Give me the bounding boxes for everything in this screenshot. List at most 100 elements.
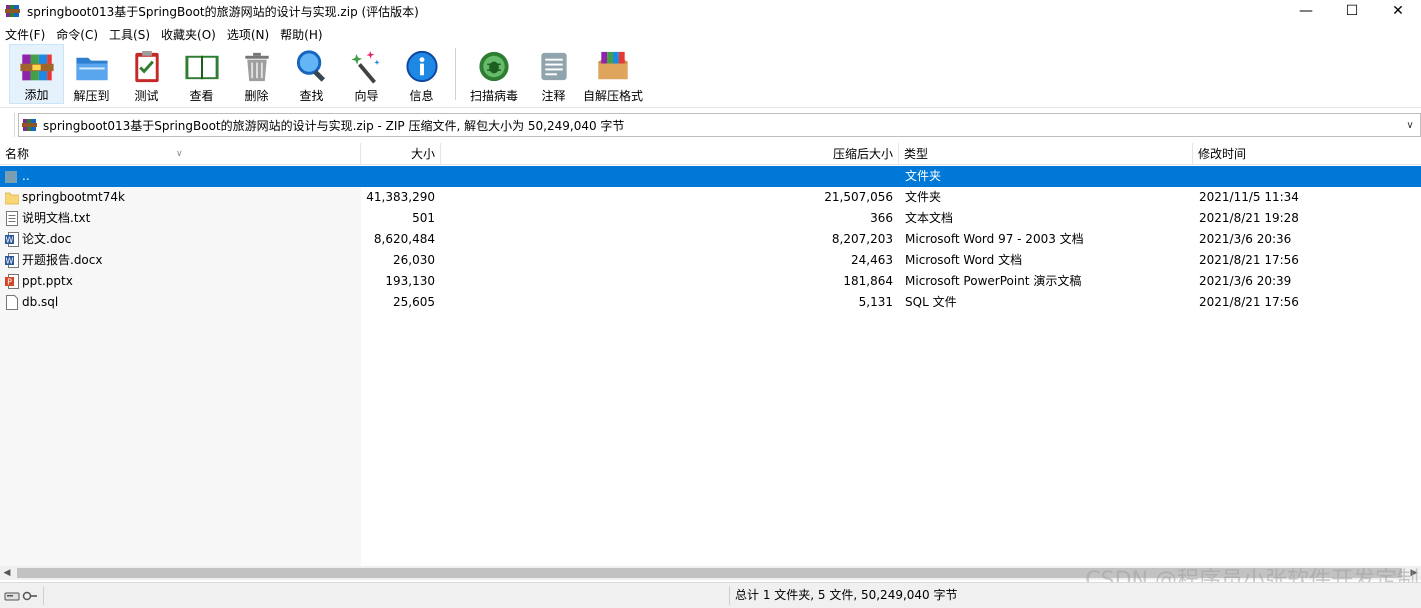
file-name: .. [22, 169, 30, 183]
column-name[interactable]: 名称 ∨ [0, 143, 361, 165]
svg-text:P: P [7, 278, 12, 287]
view-label: 查看 [189, 89, 214, 103]
virus-scan-icon [479, 51, 509, 82]
delete-button[interactable]: 删除 [229, 44, 284, 104]
file-type: Microsoft Word 97 - 2003 文档 [905, 232, 1084, 246]
table-row[interactable]: 说明文档.txt 501 366 文本文档 2021/8/21 19:28 [0, 208, 1421, 229]
file-type: 文本文档 [905, 211, 954, 225]
table-row[interactable]: P ppt.pptx 193,130 181,864 Microsoft Pow… [0, 271, 1421, 292]
extract-to-label: 解压到 [73, 89, 110, 103]
winrar-app-icon [5, 5, 20, 17]
comment-label: 注释 [541, 89, 566, 103]
file-packed: 24,463 [851, 253, 893, 267]
svg-text:W: W [6, 236, 14, 245]
status-bar: 总计 1 文件夹, 5 文件, 50,249,040 字节 [0, 582, 1421, 608]
drive-key-icon[interactable] [4, 589, 38, 603]
file-name: springbootmt74k [22, 190, 125, 204]
extract-to-button[interactable]: 解压到 [64, 44, 119, 104]
status-separator [43, 586, 44, 605]
file-type: Microsoft PowerPoint 演示文稿 [905, 274, 1082, 288]
column-size-label: 大小 [410, 147, 435, 161]
wizard-button[interactable]: 向导 [339, 44, 394, 104]
up-folder-button[interactable] [3, 113, 15, 137]
test-button[interactable]: 测试 [119, 44, 174, 104]
view-book-icon [184, 55, 219, 80]
svg-text:W: W [6, 257, 14, 266]
add-archive-icon [19, 54, 54, 81]
wizard-label: 向导 [354, 89, 379, 103]
view-button[interactable]: 查看 [174, 44, 229, 104]
column-packed[interactable]: 压缩后大小 [441, 143, 899, 165]
file-packed: 21,507,056 [824, 190, 893, 204]
column-packed-label: 压缩后大小 [832, 147, 893, 161]
window-title: springboot013基于SpringBoot的旅游网站的设计与实现.zip… [27, 4, 419, 19]
info-label: 信息 [409, 89, 434, 103]
file-size: 25,605 [393, 295, 435, 309]
file-modified: 2021/8/21 17:56 [1199, 295, 1299, 309]
window-controls: — ☐ ✕ [1283, 0, 1421, 22]
column-name-label: 名称 [5, 147, 30, 161]
table-row[interactable]: W 开题报告.docx 26,030 24,463 Microsoft Word… [0, 250, 1421, 271]
table-row[interactable]: springbootmt74k 41,383,290 21,507,056 文件… [0, 187, 1421, 208]
file-packed: 366 [870, 211, 893, 225]
file-name: db.sql [22, 295, 59, 309]
word-docx-icon: W [5, 253, 19, 268]
column-header: 名称 ∨ 大小 压缩后大小 类型 修改时间 [0, 143, 1421, 165]
find-label: 查找 [299, 89, 324, 103]
column-modified[interactable]: 修改时间 [1193, 143, 1421, 165]
file-type: Microsoft Word 文档 [905, 253, 1023, 267]
address-bar[interactable]: springboot013基于SpringBoot的旅游网站的设计与实现.zip… [18, 113, 1421, 137]
find-magnifier-icon [296, 50, 325, 82]
folder-icon [5, 192, 19, 205]
chevron-down-icon[interactable]: ∨ [1400, 120, 1420, 131]
table-row[interactable]: db.sql 25,605 5,131 SQL 文件 2021/8/21 17:… [0, 292, 1421, 313]
extract-folder-icon [75, 57, 108, 81]
test-clipboard-icon [134, 50, 159, 83]
menu-bar: 文件(F) 命令(C) 工具(S) 收藏夹(O) 选项(N) 帮助(H) [0, 24, 333, 44]
column-modified-label: 修改时间 [1198, 147, 1247, 161]
column-type[interactable]: 类型 [899, 143, 1193, 165]
close-button[interactable]: ✕ [1375, 0, 1421, 22]
menu-file[interactable]: 文件(F) [4, 26, 51, 43]
sfx-button[interactable]: 自解压格式 [581, 44, 645, 104]
menu-favorites[interactable]: 收藏夹(O) [160, 26, 222, 43]
file-modified: 2021/11/5 11:34 [1199, 190, 1299, 204]
file-list: .. 文件夹 springbootmt74k 41,383,290 21,507… [0, 166, 1421, 566]
add-label: 添加 [24, 88, 49, 102]
toolbar-separator [455, 48, 456, 100]
virus-scan-button[interactable]: 扫描病毒 [462, 44, 526, 104]
table-row[interactable]: W 论文.doc 8,620,484 8,207,203 Microsoft W… [0, 229, 1421, 250]
sfx-label: 自解压格式 [582, 89, 643, 103]
file-size: 41,383,290 [366, 190, 435, 204]
file-modified: 2021/3/6 20:36 [1199, 232, 1292, 246]
file-packed: 181,864 [843, 274, 893, 288]
comment-button[interactable]: 注释 [526, 44, 581, 104]
maximize-button[interactable]: ☐ [1329, 0, 1375, 22]
file-name: 说明文档.txt [22, 211, 91, 225]
file-size: 26,030 [393, 253, 435, 267]
file-packed: 8,207,203 [831, 232, 893, 246]
file-size: 501 [412, 211, 435, 225]
menu-help[interactable]: 帮助(H) [279, 26, 328, 43]
add-button[interactable]: 添加 [9, 44, 64, 104]
file-name: 论文.doc [22, 232, 72, 246]
info-button[interactable]: 信息 [394, 44, 449, 104]
file-type: SQL 文件 [905, 295, 957, 309]
menu-tools[interactable]: 工具(S) [108, 26, 156, 43]
table-row[interactable]: .. 文件夹 [0, 166, 1421, 187]
info-icon [405, 50, 438, 83]
title-bar: springboot013基于SpringBoot的旅游网站的设计与实现.zip… [0, 0, 1421, 22]
menu-commands[interactable]: 命令(C) [55, 26, 104, 43]
sfx-archive-icon [598, 51, 628, 80]
parent-folder-icon [5, 171, 17, 183]
status-summary: 总计 1 文件夹, 5 文件, 50,249,040 字节 [735, 588, 958, 602]
file-name: ppt.pptx [22, 274, 73, 288]
toolbar: 添加 解压到 测试 查看 删除 查找 向导 信息 扫描病毒 注释 自解压格式 [0, 44, 1421, 108]
comment-icon [540, 52, 567, 81]
scroll-left-icon[interactable]: ◀ [0, 566, 14, 580]
menu-options[interactable]: 选项(N) [226, 26, 275, 43]
sql-file-icon [6, 295, 18, 310]
find-button[interactable]: 查找 [284, 44, 339, 104]
minimize-button[interactable]: — [1283, 0, 1329, 22]
column-size[interactable]: 大小 [361, 143, 441, 165]
